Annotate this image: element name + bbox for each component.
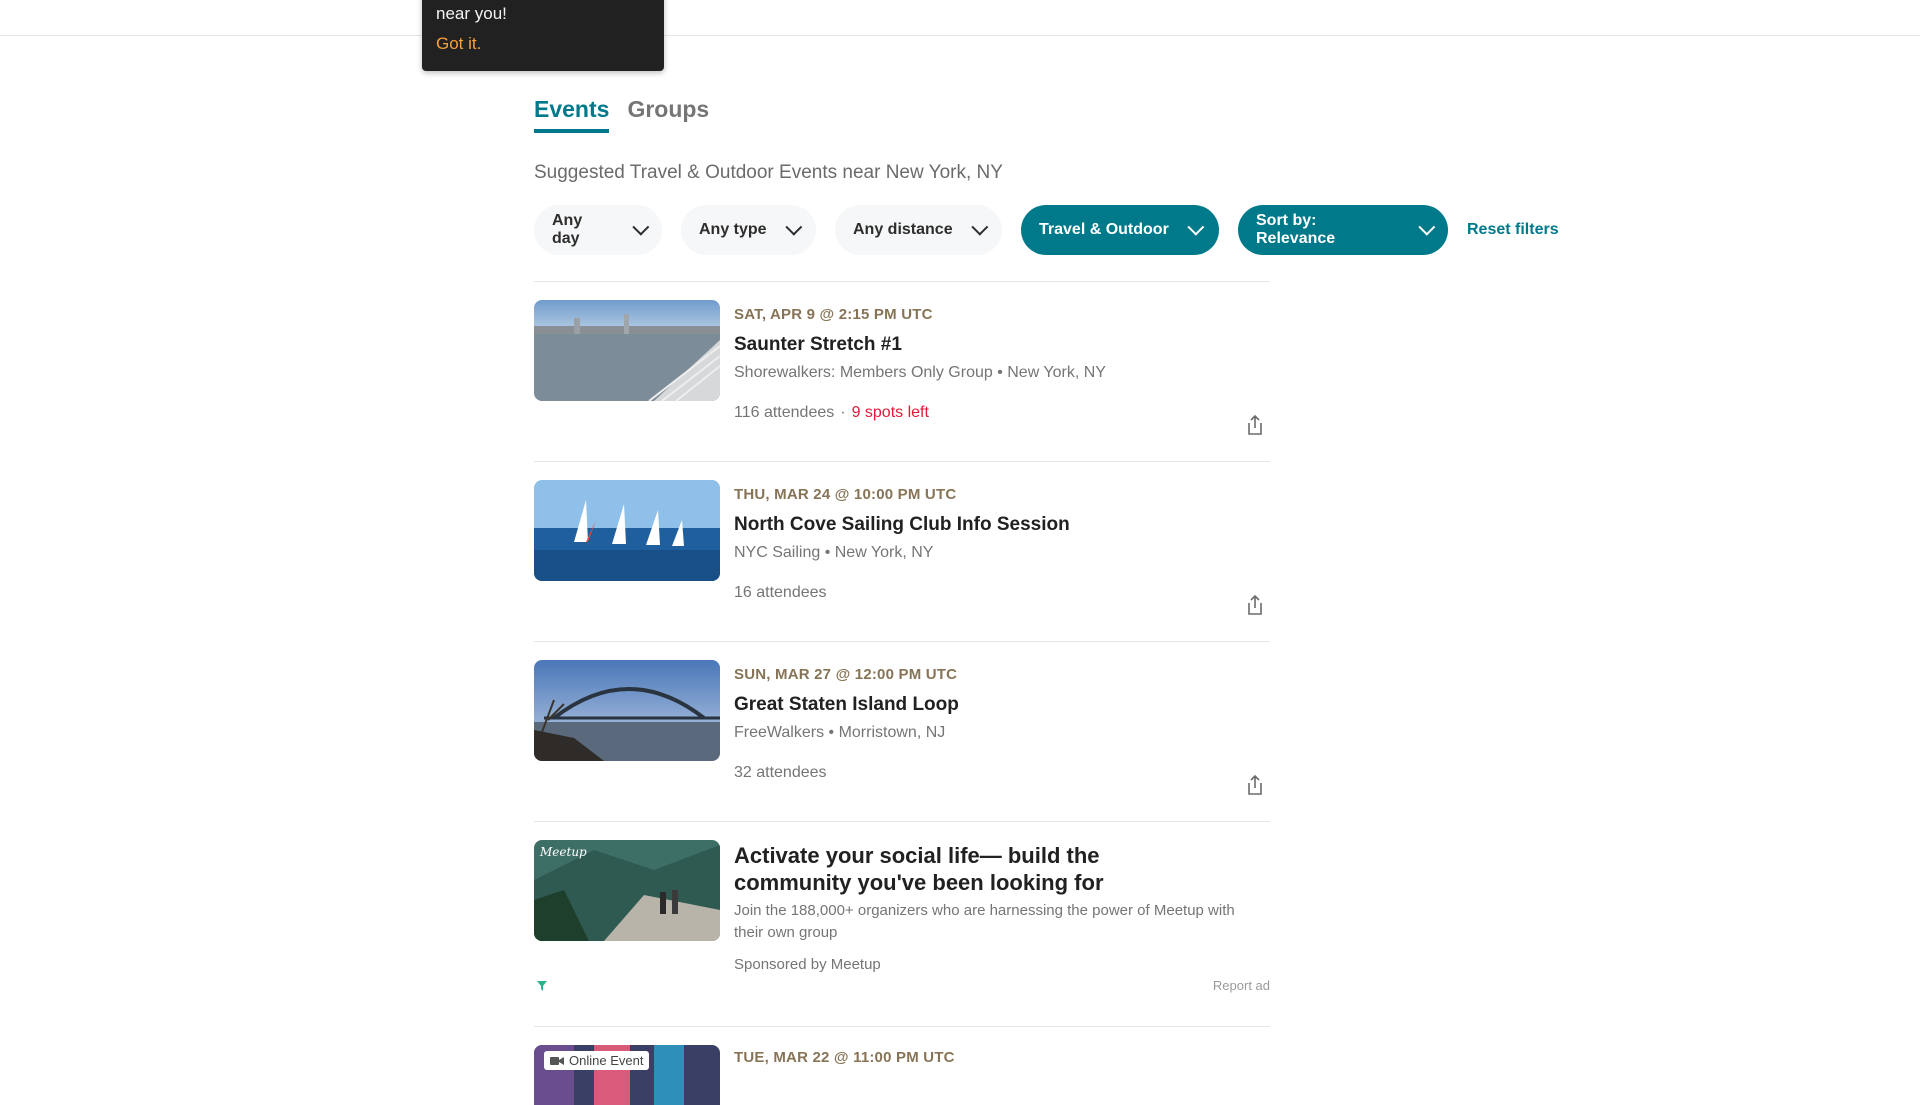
tab-groups[interactable]: Groups — [627, 96, 709, 133]
ad-logo-text: Meetup — [539, 845, 587, 859]
share-icon[interactable] — [1245, 594, 1265, 616]
filter-bar: Any day Any type Any distance Travel & O… — [534, 205, 1559, 255]
results-subtitle: Suggested Travel & Outdoor Events near N… — [534, 162, 1003, 183]
event-title[interactable]: North Cove Sailing Club Info Session — [734, 514, 1070, 536]
separator-dot: · — [840, 404, 846, 421]
event-thumbnail-bridge[interactable] — [534, 660, 720, 761]
event-card[interactable]: THU, MAR 24 @ 10:00 PM UTC North Cove Sa… — [534, 462, 1270, 642]
sponsored-ad-card[interactable]: Meetup Activate your social life— build … — [534, 822, 1270, 1027]
report-ad-link[interactable]: Report ad — [1213, 978, 1270, 993]
event-title[interactable]: Saunter Stretch #1 — [734, 334, 902, 356]
online-event-label: Online Event — [569, 1053, 644, 1068]
event-list: SAT, APR 9 @ 2:15 PM UTC Saunter Stretch… — [534, 281, 1270, 1105]
event-meta: 116 attendees · 9 spots left — [734, 404, 929, 422]
event-card[interactable]: SUN, MAR 27 @ 12:00 PM UTC Great Staten … — [534, 642, 1270, 822]
event-group-location: NYC Sailing • New York, NY — [734, 544, 934, 561]
top-navigation-bar — [0, 0, 1920, 36]
event-group-location: Shorewalkers: Members Only Group • New Y… — [734, 364, 1106, 381]
sort-dropdown[interactable]: Sort by: Relevance — [1238, 205, 1448, 255]
chevron-down-icon — [1187, 218, 1205, 236]
event-spots-left: 9 spots left — [851, 404, 929, 421]
filter-category-dropdown[interactable]: Travel & Outdoor — [1021, 205, 1219, 255]
event-thumbnail-online[interactable]: Online Event — [534, 1045, 720, 1105]
chevron-down-icon — [632, 218, 650, 236]
filter-distance-label: Any distance — [853, 221, 953, 238]
event-group-location: FreeWalkers • Morristown, NJ — [734, 724, 946, 741]
event-date: TUE, MAR 22 @ 11:00 PM UTC — [734, 1049, 955, 1066]
ad-sponsor: Sponsored by Meetup — [734, 956, 881, 973]
results-tabs: Events Groups — [534, 96, 709, 133]
filter-category-label: Travel & Outdoor — [1039, 221, 1169, 238]
event-title[interactable]: Great Staten Island Loop — [734, 694, 959, 716]
onboarding-tooltip: near you! Got it. — [422, 0, 664, 71]
event-meta: 16 attendees — [734, 584, 827, 602]
event-date: THU, MAR 24 @ 10:00 PM UTC — [734, 486, 957, 503]
event-attendees: 116 attendees — [734, 404, 835, 421]
reset-filters-link[interactable]: Reset filters — [1467, 221, 1559, 239]
chevron-down-icon — [784, 218, 802, 236]
sort-label: Sort by: Relevance — [1256, 212, 1336, 247]
filter-type-label: Any type — [699, 221, 767, 238]
ad-thumbnail-hikers[interactable]: Meetup — [534, 840, 720, 941]
event-attendees: 32 attendees — [734, 764, 827, 781]
filter-day-label: Any day — [552, 212, 583, 247]
tab-events[interactable]: Events — [534, 96, 610, 133]
online-event-badge: Online Event — [544, 1051, 650, 1070]
event-date: SUN, MAR 27 @ 12:00 PM UTC — [734, 666, 958, 683]
chevron-down-icon — [1418, 218, 1436, 236]
event-card[interactable]: Online Event TUE, MAR 22 @ 11:00 PM UTC — [534, 1027, 1270, 1105]
filter-day-dropdown[interactable]: Any day — [534, 205, 662, 255]
tooltip-text: near you! — [436, 4, 507, 23]
tooltip-dismiss-link[interactable]: Got it. — [436, 34, 481, 54]
event-card[interactable]: SAT, APR 9 @ 2:15 PM UTC Saunter Stretch… — [534, 282, 1270, 462]
share-icon[interactable] — [1245, 774, 1265, 796]
event-thumbnail-waterfront[interactable] — [534, 300, 720, 401]
ad-choices-icon[interactable] — [536, 979, 548, 997]
event-attendees: 16 attendees — [734, 584, 827, 601]
filter-distance-dropdown[interactable]: Any distance — [835, 205, 1002, 255]
event-date: SAT, APR 9 @ 2:15 PM UTC — [734, 306, 933, 323]
ad-title[interactable]: Activate your social life— build the com… — [734, 842, 1204, 896]
ad-description: Join the 188,000+ organizers who are har… — [734, 902, 1235, 941]
filter-type-dropdown[interactable]: Any type — [681, 205, 816, 255]
chevron-down-icon — [970, 218, 988, 236]
video-camera-icon — [550, 1056, 564, 1065]
share-icon[interactable] — [1245, 414, 1265, 436]
event-meta: 32 attendees — [734, 764, 827, 782]
event-thumbnail-sailing[interactable] — [534, 480, 720, 581]
